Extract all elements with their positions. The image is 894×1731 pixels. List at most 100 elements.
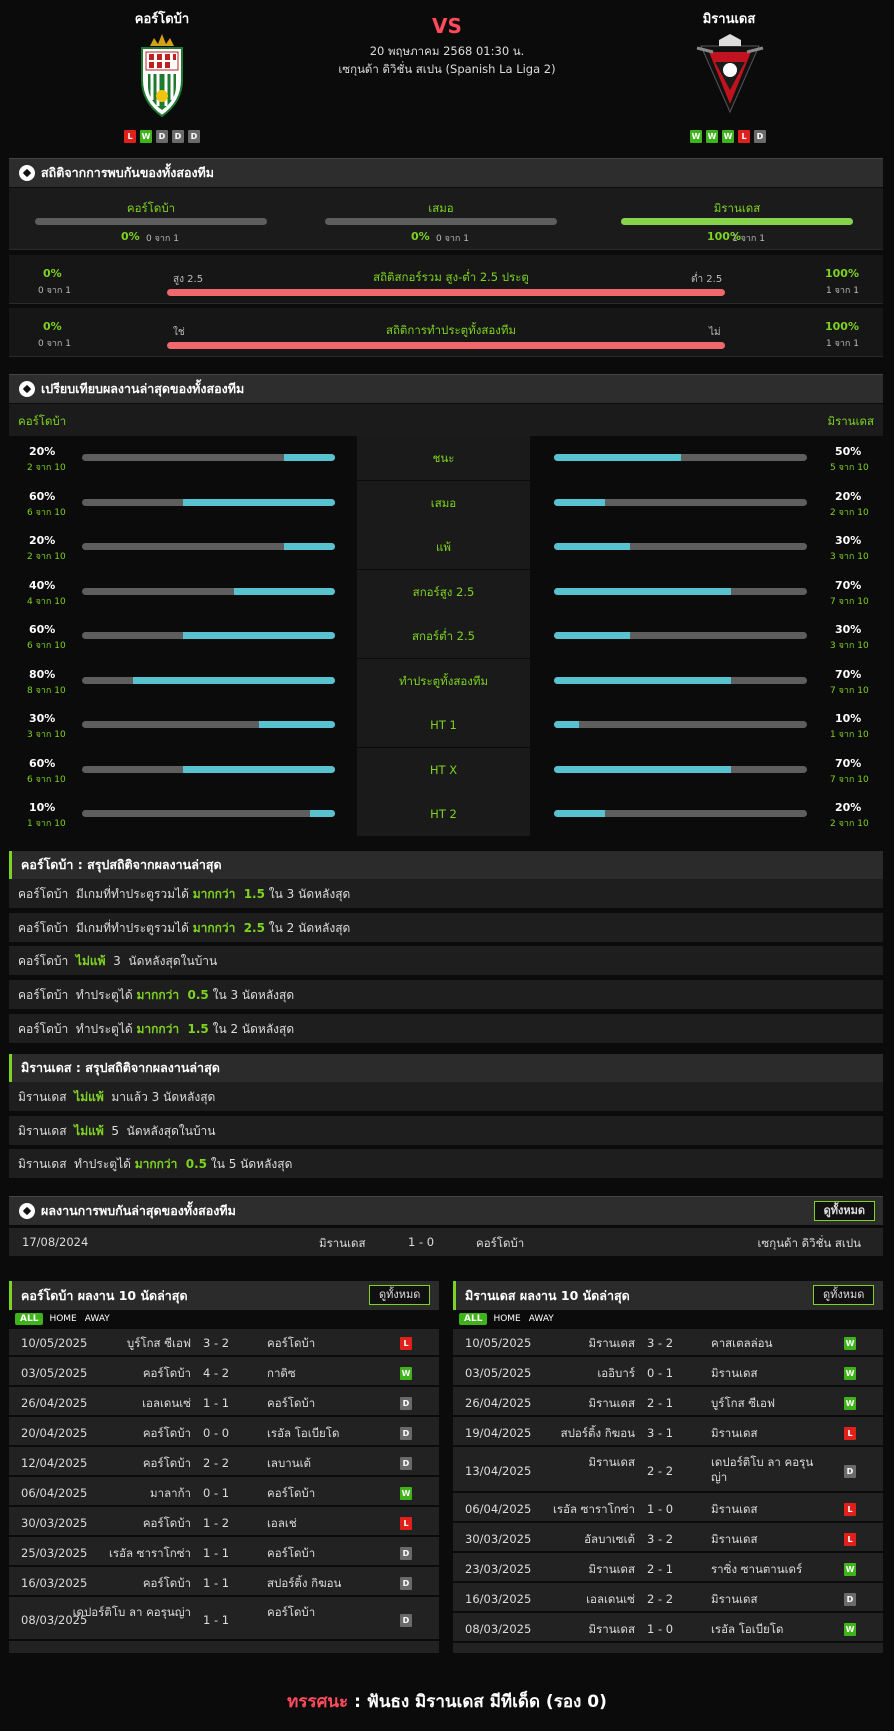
summary-highlight: มากกว่า 0.5 [136,988,209,1003]
ou-left-count: 0 จาก 1 [38,286,71,296]
summary-item: มิรานเดส ไม่แพ้ 5 นัดหลังสุดในบ้าน [9,1115,883,1147]
match-row[interactable]: 26/04/2025 เอลเดนเซ่ 1 - 1 คอร์โดบ้า D [9,1389,439,1417]
match-row[interactable]: 23/03/2025 มิรานเดส 2 - 1 ราซิ่ง ซานตานเดร์… [453,1555,883,1583]
summary-highlight: มากกว่า 1.5 [136,1021,209,1036]
form-badge-d: D [188,130,200,143]
compare-left-bar-fill [183,765,335,773]
ou-right-pct: 100% [825,267,859,280]
result-badge: D [400,1546,412,1560]
match-home: มิรานเดส [588,1336,636,1350]
h2h-row-away: คอร์โดบ้า [476,1236,525,1250]
match-row[interactable]: 19/04/2025 สปอร์ติ้ง กิฆอน 3 - 1 มิรานเดส L [453,1419,883,1447]
compare-row-label: สกอร์ต่ำ 2.5 [357,614,530,658]
tab-all[interactable]: ALL [15,1313,44,1325]
ou-bar [167,289,725,296]
compare-left-pct: 30% [29,712,56,725]
summary-text: ใน 2 นัดหลังสุด [208,1021,295,1036]
match-row[interactable]: 06/04/2025 เรอัล ซาราโกซ่า 1 - 0 มิรานเดส L [453,1495,883,1523]
compare-left: 60% 6 จาก 10 [9,480,357,525]
compare-left-count: 3 จาก 10 [27,730,66,740]
match-row[interactable]: 26/04/2025 มิรานเดส 2 - 1 บูร์โกส ซีเอฟ W [453,1389,883,1417]
match-row[interactable]: 12/04/2025 คอร์โดบ้า 2 - 2 เลบานเต้ D [9,1449,439,1477]
match-home: สปอร์ติ้ง กิฆอน [560,1426,635,1440]
result-badge: L [400,1516,412,1530]
compare-right-pct: 30% [835,534,862,547]
compare-right-pct: 70% [835,667,862,681]
match-row[interactable]: 03/05/2025 เออิบาร์ 0 - 1 มิรานเดส W [453,1359,883,1387]
h2h-stats-header: สถิติจากการพบกันของทั้งสองทีม [9,158,883,187]
result-badge: L [844,1532,856,1546]
match-row[interactable]: 16/03/2025 เอลเดนเซ่ 2 - 2 มิรานเดส D [453,1585,883,1613]
result-badge: W [844,1366,856,1380]
compare-left-bar-fill [183,632,335,639]
match-home: คอร์โดบ้า [142,1516,191,1530]
result-badge: W [844,1622,856,1636]
result-badge: D [400,1426,412,1440]
compare-right-count: 1 จาก 10 [830,730,869,740]
summary-item: มิรานเดส ทำประตูได้ มากกว่า 0.5 ใน 5 นัด… [9,1149,883,1181]
h2h-result-row[interactable]: 17/08/2024 มิรานเดส 1 - 0 คอร์โดบ้า เซกุ… [9,1228,883,1256]
match-row[interactable]: 20/04/2025 คอร์โดบ้า 0 - 0 เรอัล โอเบียโด D [9,1419,439,1447]
match-home: มิรานเดส [588,1396,636,1410]
compare-left: 40% 4 จาก 10 [9,569,357,614]
h2h-col-label: คอร์โดบ้า [126,201,176,215]
tab-all[interactable]: ALL [459,1313,488,1325]
match-row[interactable]: 13/04/2025 มิรานเดส 2 - 2 เดปอร์ติโบ ลา คอร… [453,1449,883,1493]
match-away: คอร์โดบ้า [267,1486,316,1500]
match-row[interactable]: 25/03/2025 เรอัล ซาราโกซ่า 1 - 1 คอร์โดบ้า D [9,1539,439,1567]
match-row[interactable]: 30/03/2025 คอร์โดบ้า 1 - 2 เอลเช่ L [9,1509,439,1537]
tab-away[interactable]: AWAY [527,1313,556,1325]
match-row[interactable]: 10/05/2025 มิรานเดส 3 - 2 คาสเตลล่อน W [453,1329,883,1357]
compare-left-pct: 80% [29,667,56,681]
result-badge: L [400,1336,412,1350]
match-row[interactable]: 16/03/2025 คอร์โดบ้า 1 - 1 สปอร์ติ้ง กิฆอน D [9,1569,439,1597]
compare-row-label: แพ้ [357,525,530,569]
compare-right-bar [554,454,807,461]
ou-title: สถิติสกอร์รวม สูง-ต่ำ 2.5 ประตู [373,270,529,284]
compare-right-count: 5 จาก 10 [830,463,869,473]
match-row[interactable]: 08/03/2025 มิรานเดส 1 - 0 เรอัล โอเบียโด W [453,1615,883,1643]
btts-bar [167,342,725,349]
btts-left-count: 0 จาก 1 [38,339,71,349]
compare-right-count: 2 จาก 10 [830,819,869,829]
compare-left-bar [82,498,335,506]
match-away: มิรานเดส [711,1592,758,1606]
h2h-view-all-button[interactable]: ดูทั้งหมด [813,1201,875,1221]
match-home: เดปอร์ติโบ ลา คอรุนญ่า [72,1605,191,1619]
match-row[interactable]: 10/05/2025 บูร์โกส ซีเอฟ 3 - 2 คอร์โดบ้า L [9,1329,439,1357]
tab-home[interactable]: HOME [491,1313,522,1325]
home-last10-panel: คอร์โดบ้า ผลงาน 10 นัดล่าสุด ดูทั้งหมด A… [9,1281,439,1653]
compare-left-pct: 20% [29,445,56,458]
compare-row-label: ชนะ [357,436,530,480]
away-last10-view-all[interactable]: ดูทั้งหมด [813,1285,875,1305]
match-row[interactable]: 03/05/2025 คอร์โดบ้า 4 - 2 กาดิซ W [9,1359,439,1387]
h2h-col-bar [35,218,267,225]
summary-text: 3 นัดหลังสุดในบ้าน [105,954,218,969]
compare-left-count: 6 จาก 10 [27,641,66,651]
compare-left-bar-fill [183,498,335,506]
summary-text: ใน 5 นัดหลังสุด [207,1157,293,1172]
match-away: มิรานเดส [711,1426,758,1440]
compare-right: 50% 5 จาก 10 [530,436,883,480]
summary-text: คอร์โดบ้า ทำประตูได้ [18,1021,137,1036]
tab-home[interactable]: HOME [47,1313,78,1325]
home-last10-view-all[interactable]: ดูทั้งหมด [369,1285,431,1305]
compare-left: 60% 6 จาก 10 [9,614,357,658]
tab-away[interactable]: AWAY [83,1313,112,1325]
compare-left-bar-fill [233,587,335,595]
match-row[interactable]: 30/03/2025 อัลบาเซเต้ 3 - 2 มิรานเดส L [453,1525,883,1553]
match-row[interactable]: 08/03/2025 เดปอร์ติโบ ลา คอรุนญ่า 1 - 1 คอร… [9,1599,439,1641]
compare-right-bar [554,765,807,773]
btts-right-count: 1 จาก 1 [826,339,859,349]
compare-left-bar-fill [284,543,335,550]
compare-right: 30% 3 จาก 10 [530,525,883,569]
compare-right-count: 7 จาก 10 [830,596,869,607]
match-home: เรอัล ซาราโกซ่า [108,1546,191,1560]
compare-left-count: 4 จาก 10 [27,596,66,607]
compare-right-count: 3 จาก 10 [830,552,869,562]
compare-right-bar [554,587,807,595]
match-row[interactable]: 06/04/2025 มาลาก้า 0 - 1 คอร์โดบ้า W [9,1479,439,1507]
compare-left-bar-fill [309,810,335,817]
form-badge-l: L [738,130,750,143]
btts-panel: 0% 0 จาก 1 ใช่ สถิติการทำประตูทั้งสองทีม… [9,308,883,357]
